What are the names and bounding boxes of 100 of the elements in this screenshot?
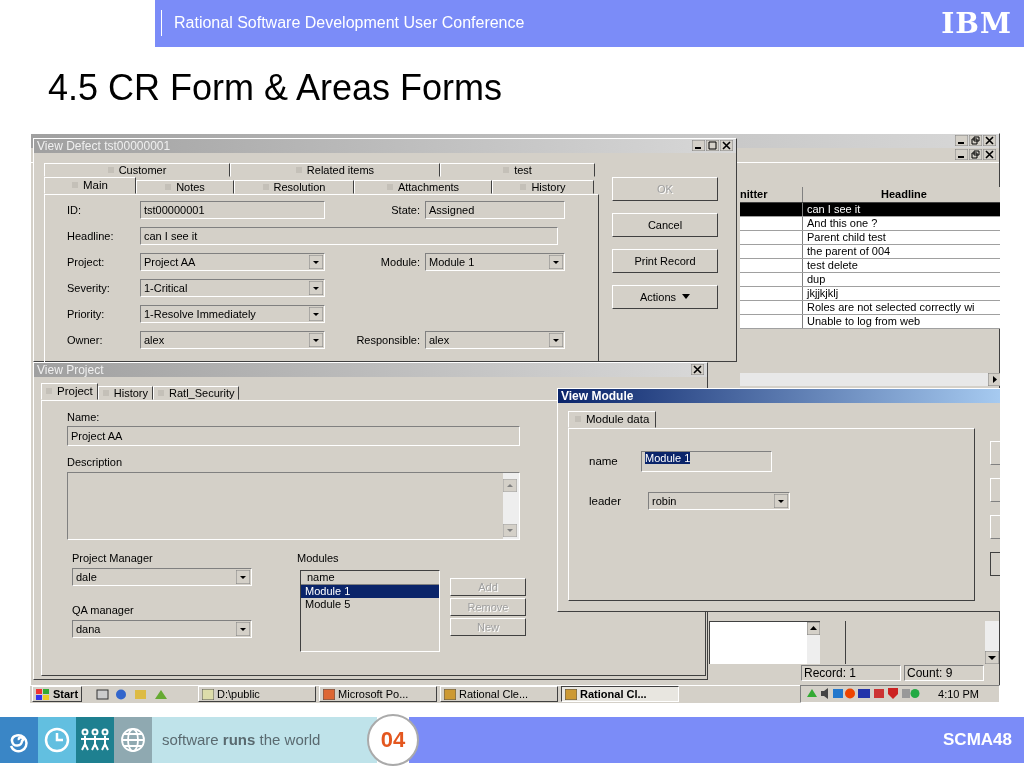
tab[interactable]: Module data xyxy=(568,410,657,428)
dropdown-arrow-icon[interactable] xyxy=(774,493,788,508)
dropdown-field[interactable]: alex xyxy=(425,330,565,349)
horizontal-scrollbar[interactable] xyxy=(740,372,1000,386)
tab[interactable]: History xyxy=(97,385,154,400)
field-label: Headline: xyxy=(67,229,115,242)
window-title: View Defect tst00000001 xyxy=(37,138,171,153)
text-field[interactable]: tst00000001 xyxy=(140,200,325,219)
close-icon[interactable] xyxy=(983,149,996,161)
dropdown-arrow-icon[interactable] xyxy=(309,332,323,347)
globe-icon xyxy=(114,717,152,764)
minimize-icon[interactable] xyxy=(955,149,968,161)
conference-title: Rational Software Development User Conference xyxy=(174,14,526,33)
dropdown-field[interactable]: 1-Resolve Immediately xyxy=(140,304,325,323)
tab[interactable]: Customer xyxy=(44,162,230,177)
close-icon[interactable] xyxy=(720,140,733,152)
tab[interactable]: test xyxy=(440,162,595,177)
dropdown-field[interactable]: robin xyxy=(648,491,790,510)
dropdown-arrow-icon[interactable] xyxy=(236,621,250,636)
dropdown-field[interactable]: dale xyxy=(72,567,252,586)
record-indicator: Record: 1 xyxy=(801,664,901,681)
dropdown-arrow-icon[interactable] xyxy=(309,280,323,295)
push-button[interactable]: Print Record xyxy=(612,248,718,273)
field-label: Responsible: xyxy=(355,333,421,346)
tab[interactable]: Main xyxy=(44,176,136,194)
minimize-icon[interactable] xyxy=(955,135,968,147)
list-item[interactable]: Module 5 xyxy=(301,597,439,611)
column-header[interactable]: name xyxy=(301,570,439,585)
slide-code: SCMA48 xyxy=(943,730,1012,751)
text-field[interactable]: Assigned xyxy=(425,200,565,219)
dropdown-arrow-icon[interactable] xyxy=(309,254,323,269)
dropdown-arrow-icon[interactable] xyxy=(236,569,250,584)
close-icon[interactable] xyxy=(691,364,704,376)
right-arrow-icon[interactable] xyxy=(988,372,1000,386)
down-arrow-icon[interactable] xyxy=(985,650,999,664)
dropdown-field[interactable]: Project AA xyxy=(140,252,325,271)
tab[interactable]: Resolution xyxy=(234,179,354,194)
minimize-icon[interactable] xyxy=(692,140,705,152)
table-row[interactable]: And this one ? xyxy=(740,216,1000,231)
text-field[interactable]: Project AA xyxy=(67,425,520,446)
taskbar-button[interactable]: Rational Cl... xyxy=(561,686,680,703)
field-label: Owner: xyxy=(67,333,104,346)
table-row[interactable]: jkjjkjklj xyxy=(740,286,1000,301)
field-label: Project: xyxy=(67,255,106,268)
push-button[interactable]: Cancel xyxy=(612,212,718,237)
up-arrow-icon[interactable] xyxy=(807,621,820,635)
dropdown-arrow-icon[interactable] xyxy=(549,332,563,347)
tagline: software runs the world xyxy=(152,717,377,764)
tab[interactable]: Notes xyxy=(136,179,234,194)
text-field[interactable]: can I see it xyxy=(140,226,558,245)
column-header[interactable]: nitter xyxy=(740,186,803,202)
tab[interactable]: History xyxy=(492,179,594,194)
restore-icon[interactable] xyxy=(969,135,982,147)
column-header[interactable]: Headline xyxy=(803,186,1000,202)
caret-icon xyxy=(682,294,691,300)
start-button[interactable]: Start xyxy=(32,686,83,703)
field-label: QA manager xyxy=(72,603,134,616)
clock-icon xyxy=(38,717,76,764)
slide-title: 4.5 CR Form & Areas Forms xyxy=(48,65,504,110)
window-title: View Module xyxy=(561,388,634,403)
maximize-icon[interactable] xyxy=(706,140,719,152)
tab[interactable]: Project xyxy=(41,382,98,400)
dropdown-field[interactable]: dana xyxy=(72,619,252,638)
field-label: ID: xyxy=(67,203,83,216)
text-field[interactable]: Module 1 xyxy=(641,450,772,472)
taskbar-button[interactable]: D:\public xyxy=(198,686,317,703)
window-title: View Project xyxy=(37,362,104,377)
tray-icons-drawing[interactable] xyxy=(805,686,921,702)
tab[interactable]: Attachments xyxy=(354,179,492,194)
field-label: State: xyxy=(390,203,421,216)
tab[interactable]: Related items xyxy=(230,162,440,177)
field-label: leader xyxy=(588,494,622,507)
dropdown-field[interactable]: 1-Critical xyxy=(140,278,325,297)
count-indicator: Count: 9 xyxy=(904,664,984,681)
dropdown-arrow-icon[interactable] xyxy=(549,254,563,269)
clock: 4:10 PM xyxy=(938,688,979,701)
logo: IBM xyxy=(941,6,1012,40)
field-label: Project Manager xyxy=(72,551,153,564)
restore-icon[interactable] xyxy=(969,149,982,161)
vertical-scrollbar[interactable] xyxy=(985,620,999,664)
table-row[interactable]: Unable to log from web xyxy=(740,314,1000,329)
close-icon[interactable] xyxy=(983,135,996,147)
text-area[interactable] xyxy=(709,620,820,664)
dropdown-arrow-icon[interactable] xyxy=(309,306,323,321)
table-row[interactable]: dup xyxy=(740,272,1000,287)
taskbar-button[interactable]: Rational Cle... xyxy=(440,686,559,703)
field-label: Modules xyxy=(297,551,339,564)
dropdown-field[interactable]: Module 1 xyxy=(425,252,565,271)
dropdown-field[interactable]: alex xyxy=(140,330,325,349)
button-edge[interactable] xyxy=(990,551,1000,576)
table-row[interactable]: the parent of 004 xyxy=(740,244,1000,259)
table-row[interactable]: test delete xyxy=(740,258,1000,273)
table-row[interactable]: Roles are not selected correctly wi xyxy=(740,300,1000,315)
field-label: Description xyxy=(67,455,123,468)
field-label: Severity: xyxy=(67,281,111,294)
taskbar-button[interactable]: Microsoft Po... xyxy=(319,686,438,703)
menu-button[interactable]: Actions xyxy=(612,284,718,309)
field-label: Name: xyxy=(67,410,100,423)
table-row[interactable]: Parent child test xyxy=(740,230,1000,245)
tab[interactable]: Ratl_Security xyxy=(153,385,240,400)
